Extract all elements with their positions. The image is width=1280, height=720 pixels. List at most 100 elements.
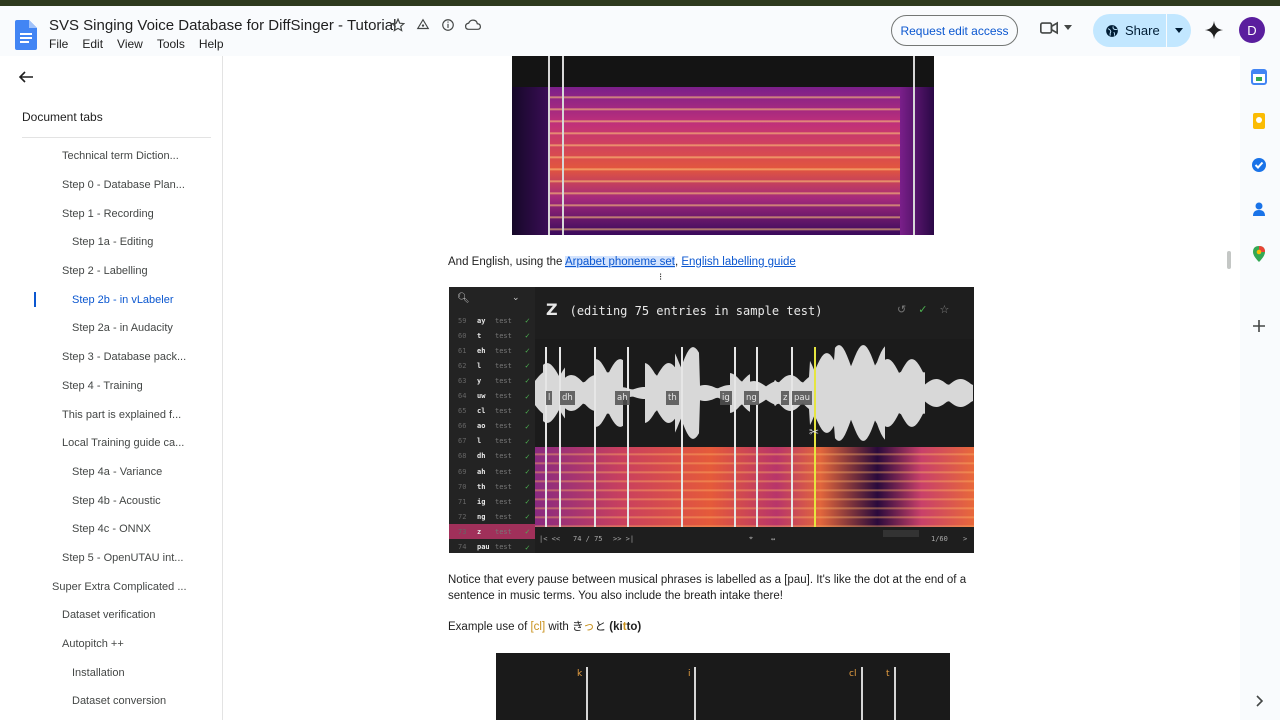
tab-item[interactable]: Step 3 - Database pack... xyxy=(0,343,222,372)
boundary-marker xyxy=(627,347,629,527)
label-boundary-line xyxy=(548,56,550,235)
share-dropdown-button[interactable] xyxy=(1167,27,1191,34)
vlabeler-entry-row[interactable]: 63 y test ✓ xyxy=(449,373,535,388)
pause-paragraph: Notice that every pause between musical … xyxy=(448,574,967,602)
document-scrollbar-thumb[interactable] xyxy=(1227,251,1231,269)
vlabeler-entry-row[interactable]: 71 ig test ✓ xyxy=(449,494,535,509)
vlabeler-entry-row[interactable]: 73 z test ✓ xyxy=(449,524,535,540)
tasks-icon[interactable] xyxy=(1251,157,1267,173)
vlabeler-entry-row[interactable]: 68 dh test ✓ xyxy=(449,449,535,464)
entry-p: ng xyxy=(477,512,486,521)
vlabeler-editor: Z (editing 75 entries in sample test) ↺ ✓… xyxy=(535,287,974,553)
entry-p: th xyxy=(477,482,486,491)
vlabeler-entry-row[interactable]: 62 l test ✓ xyxy=(449,358,535,373)
active-tab-indicator xyxy=(34,292,36,308)
tab-item-label: Local Training guide ca... xyxy=(62,437,185,450)
gemini-sparkle-icon[interactable] xyxy=(1204,20,1224,40)
vlabeler-entry-row[interactable]: 61 eh test ✓ xyxy=(449,343,535,358)
side-panel-rail xyxy=(1240,56,1280,720)
vlabeler-entry-letter: Z xyxy=(546,300,558,319)
vlabeler-entry-row[interactable]: 59 ay test ✓ xyxy=(449,313,535,328)
vlabeler-entry-row[interactable]: 70 th test ✓ xyxy=(449,479,535,494)
tab-item[interactable]: Step 1a - Editing xyxy=(0,228,222,257)
meet-button[interactable] xyxy=(1040,21,1072,35)
entry-n: 62 xyxy=(458,361,467,370)
entry-n: 72 xyxy=(458,512,467,521)
request-edit-access-button[interactable]: Request edit access xyxy=(891,15,1018,46)
tab-item[interactable]: Step 4c - ONNX xyxy=(0,515,222,544)
english-labelling-guide-link[interactable]: English labelling guide xyxy=(681,256,795,268)
tab-item[interactable]: Step 0 - Database Plan... xyxy=(0,171,222,200)
vlabeler-entry-row[interactable]: 66 ao test ✓ xyxy=(449,419,535,434)
keep-icon[interactable] xyxy=(1251,113,1267,129)
entry-n: 64 xyxy=(458,392,467,400)
vlabeler-entry-row[interactable]: 74 pau test ✓ xyxy=(449,540,535,554)
star-icon[interactable] xyxy=(390,17,406,33)
move-folder-icon[interactable] xyxy=(415,17,431,33)
tab-item[interactable]: Step 2a - in Audacity xyxy=(0,314,222,343)
nav-next-icons: >> >| xyxy=(613,535,635,543)
tab-item[interactable]: Step 4a - Variance xyxy=(0,458,222,487)
vlabeler-entry-row[interactable]: 67 l test ✓ xyxy=(449,434,535,449)
tab-item[interactable]: Step 5 - OpenUTAU int... xyxy=(0,544,222,573)
entry-n: 59 xyxy=(458,316,467,325)
vlabeler-entry-row[interactable]: 69 ah test ✓ xyxy=(449,464,535,479)
calendar-icon[interactable] xyxy=(1251,69,1267,85)
menu-view[interactable]: View xyxy=(117,37,143,51)
fit-icon: ⌖ xyxy=(749,534,753,542)
check-icon: ✓ xyxy=(525,497,530,507)
vlabeler-screenshot: 🔍︎ ⌄ 59 ay test ✓ 60 t test ✓ 61 eh test ✓ 62 l test ✓ 6… xyxy=(449,287,974,553)
tab-item[interactable]: Local Training guide ca... xyxy=(0,429,222,458)
entry-p: ah xyxy=(477,467,486,476)
tab-item[interactable]: Step 4 - Training xyxy=(0,372,222,401)
tab-item[interactable]: Dataset conversion xyxy=(0,687,222,716)
back-arrow-icon[interactable] xyxy=(18,69,34,85)
entry-p: ay xyxy=(477,316,486,325)
tab-item[interactable]: Step 2b - in vLabeler xyxy=(0,285,222,314)
vlabeler-entry-row[interactable]: 60 t test ✓ xyxy=(449,328,535,343)
vlabeler-entry-row[interactable]: 72 ng test ✓ xyxy=(449,509,535,524)
vlabeler-entry-row[interactable]: 65 cl test ✓ xyxy=(449,404,535,419)
kana-small-tsu: っ xyxy=(583,621,595,633)
next-page-icon: > xyxy=(963,535,968,543)
arpabet-link[interactable]: Arpabet phoneme set xyxy=(565,256,675,268)
maps-icon[interactable] xyxy=(1251,246,1267,262)
entry-t: test xyxy=(495,331,512,340)
tab-item[interactable]: This part is explained f... xyxy=(0,400,222,429)
entry-p: eh xyxy=(477,346,486,355)
tab-item[interactable]: Installation xyxy=(0,658,222,687)
cl-tag: [cl] xyxy=(530,621,546,633)
tab-item-label: Step 2b - in vLabeler xyxy=(72,293,174,306)
google-docs-logo-icon[interactable] xyxy=(15,20,37,50)
chevron-right-icon[interactable] xyxy=(1251,693,1267,709)
info-icon[interactable] xyxy=(440,17,456,33)
tab-item-label: Step 2 - Labelling xyxy=(62,265,148,278)
contacts-icon[interactable] xyxy=(1251,201,1267,217)
vlabeler-entry-row[interactable]: 64 uw test ✓ xyxy=(449,389,535,404)
add-icon[interactable] xyxy=(1251,318,1267,334)
cloud-status-icon[interactable] xyxy=(465,17,481,33)
menu-tools[interactable]: Tools xyxy=(157,37,185,51)
romaji-to: to) xyxy=(626,621,642,633)
entry-p: l xyxy=(477,437,482,446)
divider xyxy=(22,137,211,138)
tab-item[interactable]: Technical term Diction... xyxy=(0,142,222,171)
tab-item[interactable]: Super Extra Complicated ... xyxy=(0,572,222,601)
avatar[interactable]: D xyxy=(1239,17,1265,43)
share-button[interactable]: Share xyxy=(1093,14,1167,47)
tab-item[interactable]: Step 1 - Recording xyxy=(0,199,222,228)
scissors-icon: ✂ xyxy=(809,425,820,439)
menu-help[interactable]: Help xyxy=(199,37,224,51)
document-title[interactable]: SVS Singing Voice Database for DiffSinge… xyxy=(49,17,396,34)
menu-file[interactable]: File xyxy=(49,37,68,51)
tab-item[interactable]: Step 4b - Acoustic xyxy=(0,486,222,515)
tab-item[interactable]: Step 2 - Labelling xyxy=(0,257,222,286)
title-icons xyxy=(390,17,481,33)
tab-item[interactable]: Autopitch ++ xyxy=(0,630,222,659)
check-icon: ✓ xyxy=(525,482,530,492)
entry-p: cl xyxy=(477,407,486,416)
tab-item[interactable]: Dataset verification xyxy=(0,601,222,630)
menu-edit[interactable]: Edit xyxy=(82,37,103,51)
phoneme-label: ng xyxy=(744,391,759,405)
entry-t: test xyxy=(495,346,512,355)
